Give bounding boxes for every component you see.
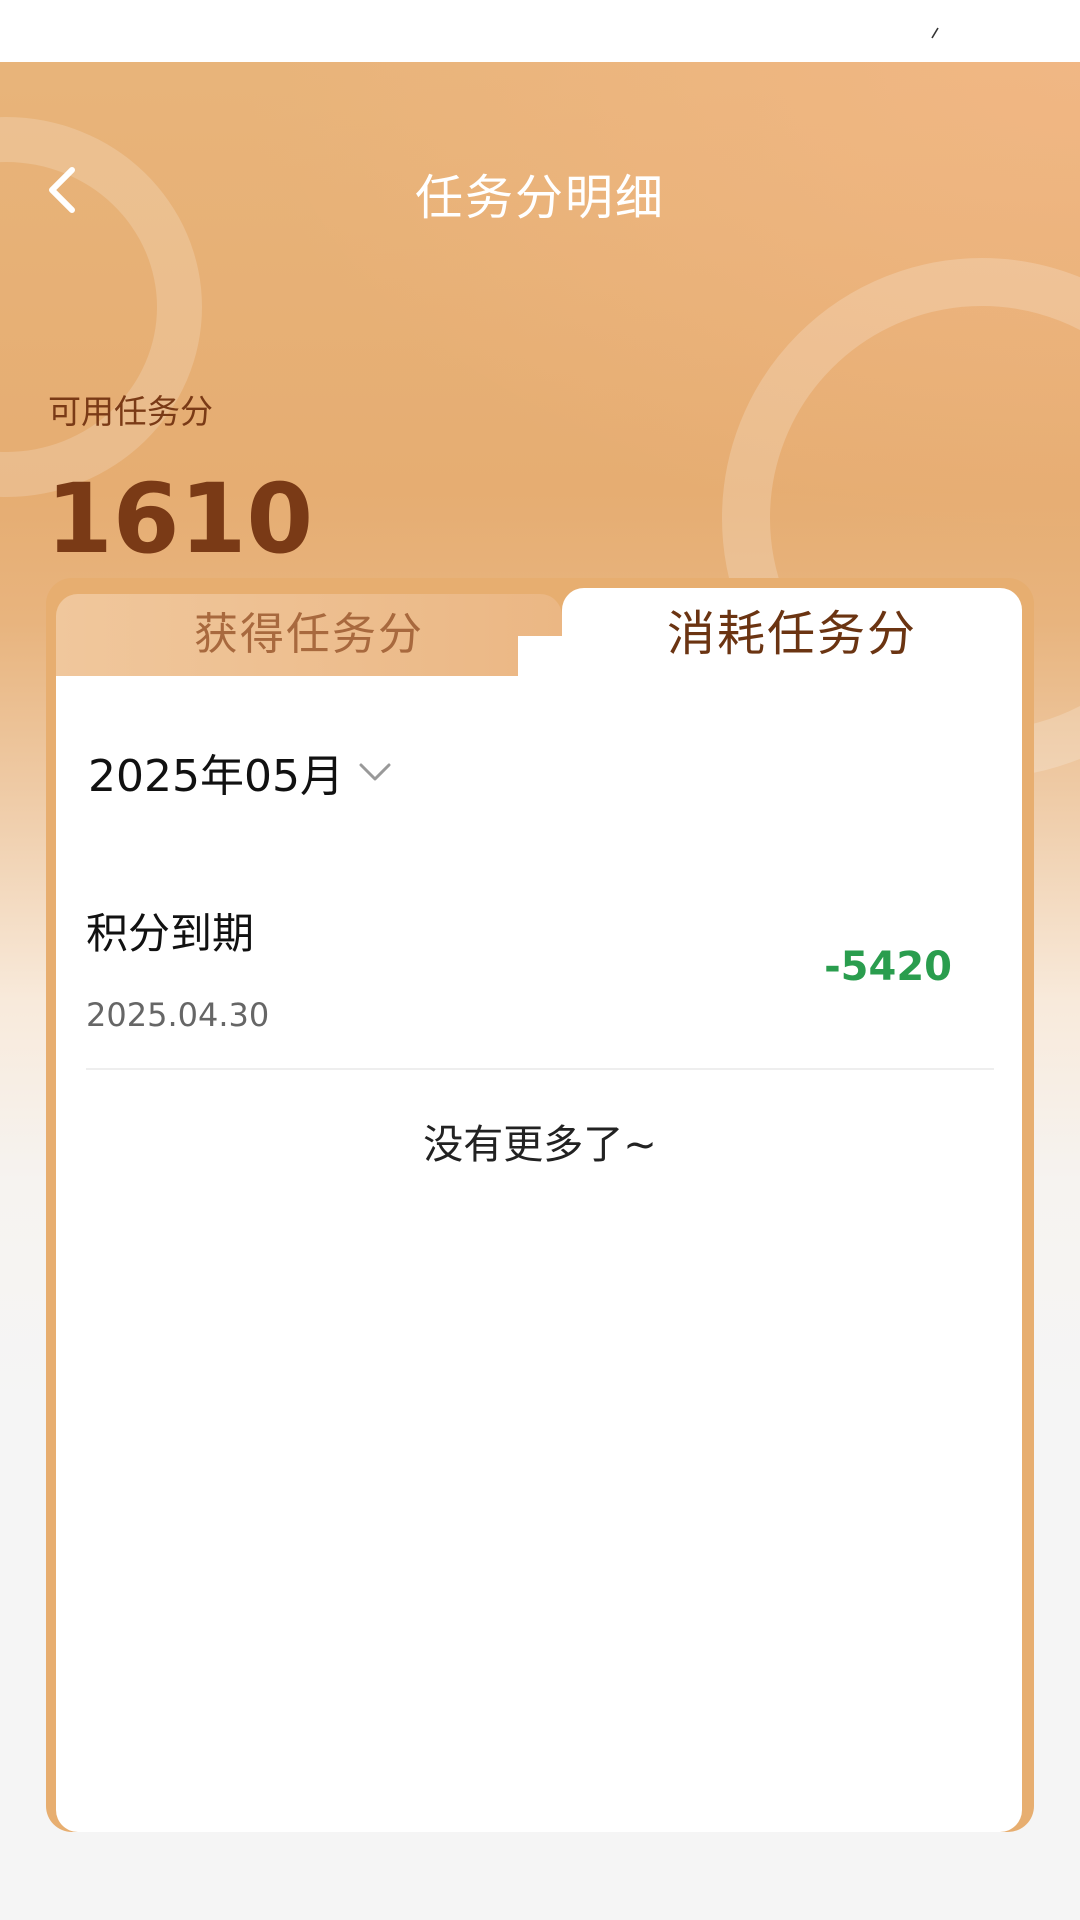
tab-earned[interactable]: 获得任务分 [56, 594, 562, 676]
status-mark-icon [931, 27, 939, 39]
balance-label: 可用任务分 [48, 392, 213, 431]
record-date: 2025.04.30 [86, 996, 270, 1034]
list-item[interactable]: 积分到期 2025.04.30 -5420 [86, 900, 994, 1068]
tab-consumed[interactable]: 消耗任务分 [562, 588, 1022, 680]
divider [86, 1068, 994, 1070]
card-notch [518, 636, 568, 676]
page-title: 任务分明细 [414, 170, 665, 226]
records-card [56, 676, 1022, 1832]
status-bar [0, 0, 1080, 62]
month-selector[interactable]: 2025年05月 [88, 740, 392, 804]
list-end-text: 没有更多了~ [423, 1122, 657, 1168]
record-title: 积分到期 [86, 909, 255, 958]
balance-value: 1610 [46, 463, 314, 575]
month-text: 2025年05月 [88, 751, 344, 802]
record-amount: -5420 [824, 944, 952, 990]
chevron-down-icon [359, 763, 391, 781]
page: 任务分明细 可用任务分 1610 获得任务分 消耗任务分 2025年05月 积分… [0, 0, 1080, 1920]
